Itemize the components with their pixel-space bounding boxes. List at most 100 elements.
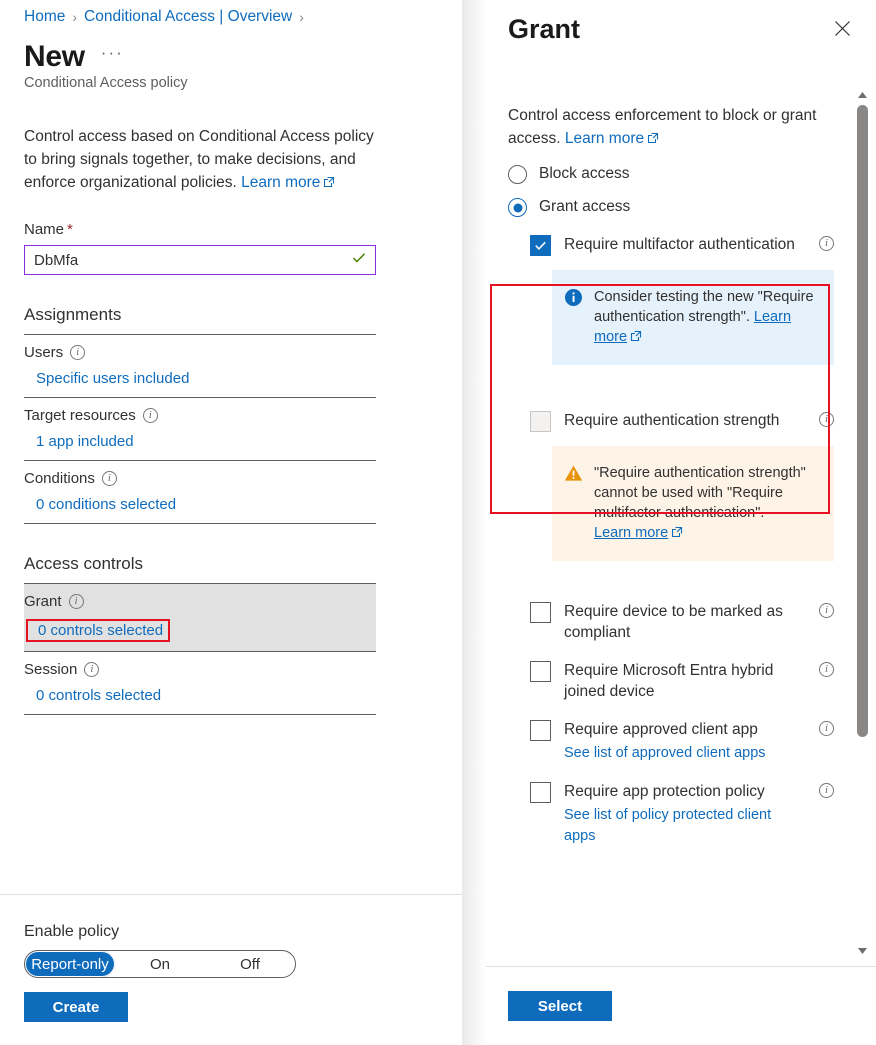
checkbox-icon-device-compliant[interactable] bbox=[530, 602, 551, 623]
info-icon-session[interactable]: i bbox=[84, 662, 99, 677]
azure-portal-screen: Home › Conditional Access | Overview › N… bbox=[0, 0, 876, 1045]
checkbox-icon-hybrid-joined[interactable] bbox=[530, 661, 551, 682]
required-indicator: * bbox=[67, 221, 73, 238]
assignments-header: Assignments bbox=[24, 305, 376, 335]
grant-description: Control access enforcement to block or g… bbox=[508, 104, 834, 151]
grant-blade-title: Grant bbox=[508, 14, 856, 45]
warning-icon bbox=[564, 464, 583, 483]
page-title: New bbox=[24, 40, 85, 74]
checkbox-icon-auth-strength[interactable] bbox=[530, 411, 551, 432]
select-button[interactable]: Select bbox=[508, 991, 612, 1021]
grant-learn-more-link[interactable]: Learn more bbox=[565, 130, 644, 147]
see-policy-protected-apps-link[interactable]: See list of policy protected client apps bbox=[564, 805, 806, 847]
more-options-icon[interactable]: ··· bbox=[101, 43, 124, 71]
checkbox-label-approved-client-app: Require approved client app See list of … bbox=[564, 719, 806, 764]
scrollbar-thumb[interactable] bbox=[857, 105, 868, 737]
info-icon-users[interactable]: i bbox=[70, 345, 85, 360]
page-subtitle: Conditional Access policy bbox=[24, 75, 438, 91]
grant-blade-body: Control access enforcement to block or g… bbox=[486, 85, 876, 965]
info-icon-auth-strength[interactable]: i bbox=[819, 412, 834, 427]
warning-banner-text: "Require authentication strength" cannot… bbox=[594, 463, 820, 544]
assignment-value-target-resources[interactable]: 1 app included bbox=[24, 433, 134, 450]
access-control-row-session[interactable]: Session i 0 controls selected bbox=[24, 652, 376, 715]
grant-label-text: Grant bbox=[24, 593, 62, 610]
access-control-value-session[interactable]: 0 controls selected bbox=[24, 687, 161, 704]
new-policy-panel: Home › Conditional Access | Overview › N… bbox=[0, 0, 462, 1045]
panel-shadow-divider bbox=[462, 0, 486, 1045]
scroll-up-icon[interactable] bbox=[855, 86, 870, 104]
checkbox-icon-approved-client-app[interactable] bbox=[530, 720, 551, 741]
checkbox-row-device-compliant[interactable]: Require device to be marked as compliant… bbox=[508, 601, 834, 643]
warning-banner-learn-more-link[interactable]: Learn more bbox=[594, 525, 668, 541]
assignment-label-target-resources: Target resources i bbox=[24, 407, 376, 424]
radio-label-block-access: Block access bbox=[539, 164, 629, 184]
checkbox-label-require-mfa: Require multifactor authentication bbox=[564, 234, 806, 255]
enable-policy-toggle[interactable]: Report-only On Off bbox=[24, 950, 296, 978]
access-control-label-session: Session i bbox=[24, 661, 376, 678]
access-control-row-grant[interactable]: Grant i 0 controls selected bbox=[24, 584, 376, 652]
see-approved-client-apps-link[interactable]: See list of approved client apps bbox=[564, 743, 806, 764]
info-icon-app-protection-policy[interactable]: i bbox=[819, 783, 834, 798]
checkbox-row-approved-client-app[interactable]: Require approved client app See list of … bbox=[508, 719, 834, 764]
radio-block-access[interactable]: Block access bbox=[508, 164, 834, 184]
assignment-label-conditions: Conditions i bbox=[24, 470, 376, 487]
radio-icon-grant-access[interactable] bbox=[508, 198, 527, 217]
checkbox-icon-require-mfa[interactable] bbox=[530, 235, 551, 256]
info-icon-target-resources[interactable]: i bbox=[143, 408, 158, 423]
scrollbar-track[interactable] bbox=[855, 104, 870, 942]
intro-learn-more-link[interactable]: Learn more bbox=[241, 174, 320, 191]
checkbox-icon-app-protection-policy[interactable] bbox=[530, 782, 551, 803]
external-link-icon-warn bbox=[671, 524, 683, 544]
session-label-text: Session bbox=[24, 661, 77, 678]
checkbox-row-app-protection-policy[interactable]: Require app protection policy See list o… bbox=[508, 781, 834, 847]
breadcrumb-separator-icon-2: › bbox=[299, 10, 304, 24]
blade-scrollbar[interactable] bbox=[855, 86, 870, 960]
access-control-value-grant[interactable]: 0 controls selected bbox=[26, 619, 170, 642]
assignment-value-conditions[interactable]: 0 conditions selected bbox=[24, 496, 176, 513]
name-label-text: Name bbox=[24, 221, 64, 238]
info-filled-icon bbox=[564, 288, 583, 307]
warning-banner-auth-strength: "Require authentication strength" cannot… bbox=[552, 446, 834, 561]
checkbox-row-auth-strength[interactable]: Require authentication strength i bbox=[508, 410, 834, 432]
info-icon-conditions[interactable]: i bbox=[102, 471, 117, 486]
scroll-down-icon[interactable] bbox=[855, 942, 870, 960]
name-input[interactable] bbox=[25, 246, 375, 274]
breadcrumb-item-conditional-access-overview[interactable]: Conditional Access | Overview bbox=[84, 8, 292, 26]
target-resources-label-text: Target resources bbox=[24, 407, 136, 424]
assignment-row-conditions[interactable]: Conditions i 0 conditions selected bbox=[24, 461, 376, 524]
assignment-label-users: Users i bbox=[24, 344, 376, 361]
info-icon-approved-client-app[interactable]: i bbox=[819, 721, 834, 736]
new-policy-footer: Enable policy Report-only On Off Create bbox=[0, 894, 462, 1045]
external-link-icon-grant bbox=[647, 128, 659, 151]
intro-body: Control access based on Conditional Acce… bbox=[24, 128, 374, 191]
checkbox-row-require-mfa[interactable]: Require multifactor authentication i bbox=[508, 234, 834, 256]
enable-option-on[interactable]: On bbox=[115, 951, 205, 977]
info-icon-require-mfa[interactable]: i bbox=[819, 236, 834, 251]
breadcrumb-item-home[interactable]: Home bbox=[24, 8, 65, 26]
external-link-icon bbox=[323, 172, 335, 195]
app-protection-policy-text: Require app protection policy bbox=[564, 783, 765, 800]
assignment-row-target-resources[interactable]: Target resources i 1 app included bbox=[24, 398, 376, 461]
external-link-icon-info bbox=[630, 328, 642, 348]
info-icon-hybrid-joined[interactable]: i bbox=[819, 662, 834, 677]
breadcrumb: Home › Conditional Access | Overview › bbox=[24, 0, 438, 34]
intro-text: Control access based on Conditional Acce… bbox=[24, 125, 379, 195]
radio-icon-block-access[interactable] bbox=[508, 165, 527, 184]
users-label-text: Users bbox=[24, 344, 63, 361]
enable-option-report-only[interactable]: Report-only bbox=[25, 951, 115, 977]
checkbox-label-device-compliant: Require device to be marked as compliant bbox=[564, 601, 806, 643]
radio-grant-access[interactable]: Grant access bbox=[508, 197, 834, 217]
access-controls-header: Access controls bbox=[24, 554, 376, 584]
assignment-row-users[interactable]: Users i Specific users included bbox=[24, 335, 376, 398]
close-icon[interactable] bbox=[828, 14, 856, 42]
info-icon-device-compliant[interactable]: i bbox=[819, 603, 834, 618]
grant-blade-header: Grant bbox=[486, 0, 876, 85]
assignment-value-users[interactable]: Specific users included bbox=[24, 370, 189, 387]
grant-description-text: Control access enforcement to block or g… bbox=[508, 107, 816, 147]
checkbox-row-hybrid-joined[interactable]: Require Microsoft Entra hybrid joined de… bbox=[508, 660, 834, 702]
access-control-label-grant: Grant i bbox=[24, 593, 376, 610]
enable-option-off[interactable]: Off bbox=[205, 951, 295, 977]
enable-policy-label: Enable policy bbox=[24, 923, 438, 941]
create-button[interactable]: Create bbox=[24, 992, 128, 1022]
info-icon-grant[interactable]: i bbox=[69, 594, 84, 609]
